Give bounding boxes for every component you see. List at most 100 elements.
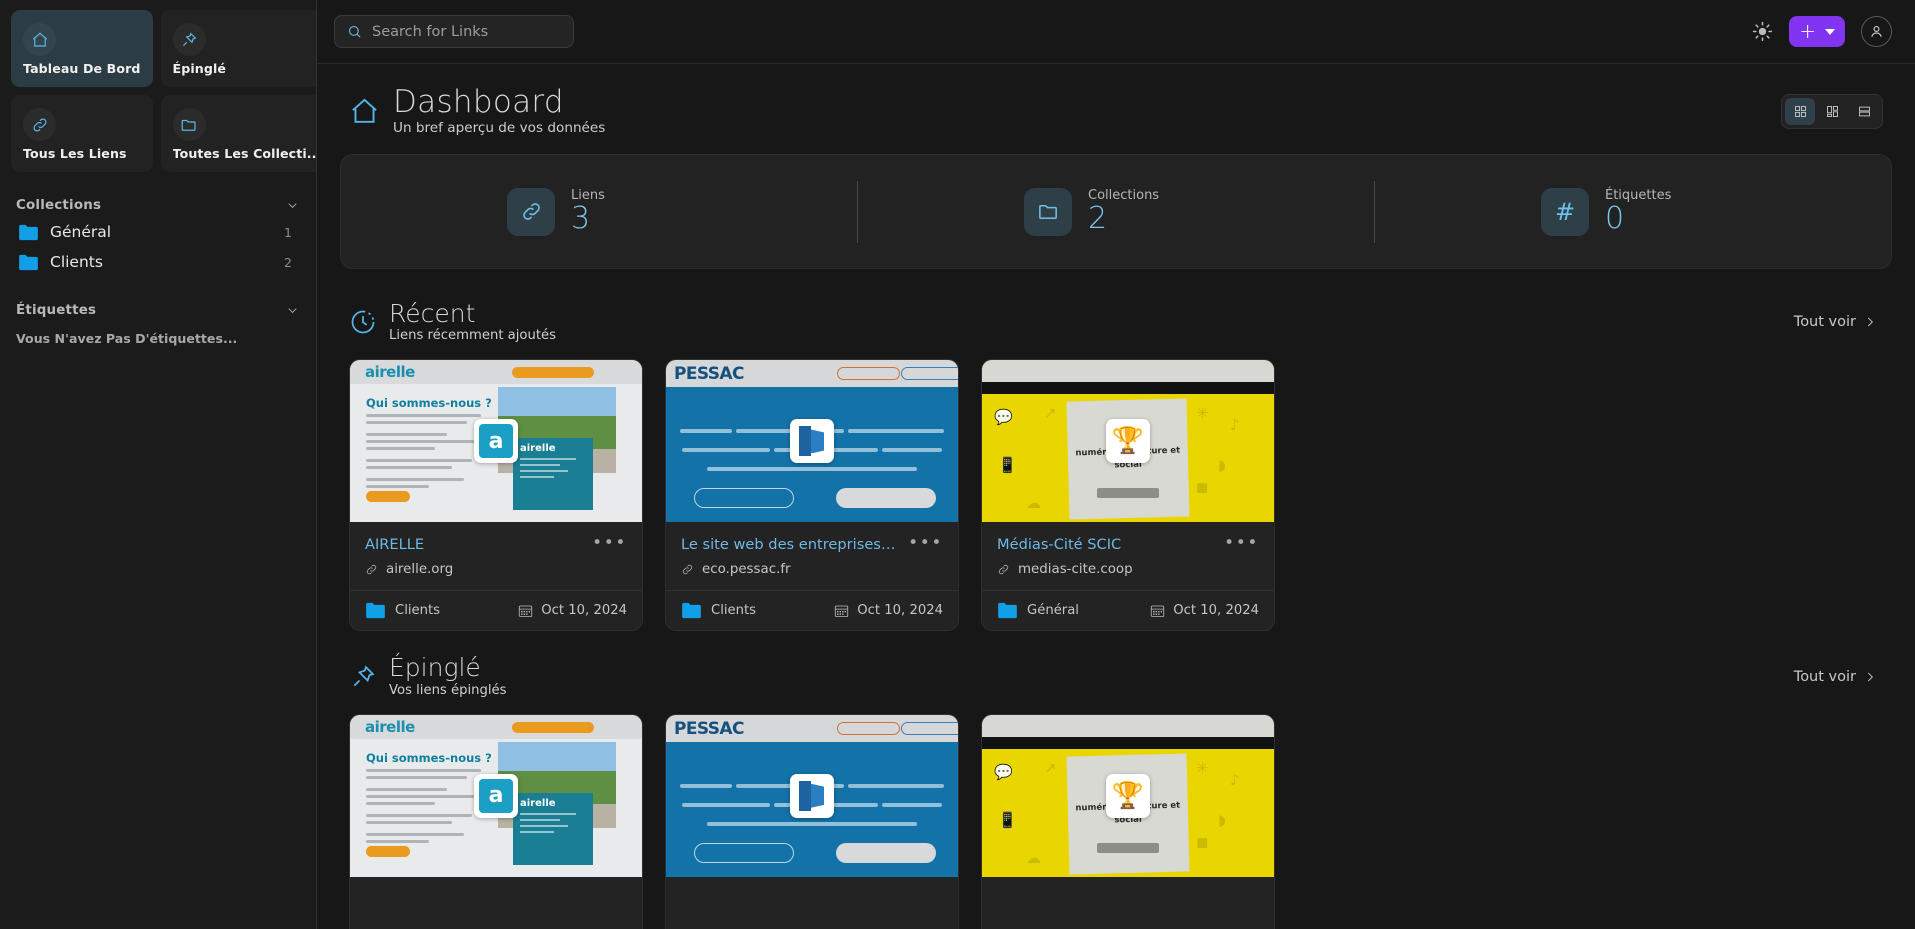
- collection-count: 2: [284, 254, 292, 270]
- page-subtitle: Un bref aperçu de vos données: [393, 120, 606, 137]
- link-card-footer: Général Oct 10, 2024: [982, 590, 1274, 630]
- link-menu-button[interactable]: •••: [1224, 535, 1259, 552]
- tags-section-header[interactable]: Étiquettes: [11, 303, 305, 318]
- folder-icon: [998, 603, 1017, 619]
- section-header-recent: Récent Liens récemment ajoutés Tout voir: [340, 277, 1892, 359]
- stat-tags: # Étiquettes 0: [1375, 187, 1891, 236]
- link-url-row: eco.pessac.fr: [681, 562, 943, 577]
- chevron-right-icon: [1867, 672, 1873, 682]
- stat-value: 3: [571, 201, 591, 237]
- section-header-text: Récent Liens récemment ajoutés: [389, 300, 557, 344]
- list-view-button[interactable]: [1849, 98, 1879, 125]
- link-date: Oct 10, 2024: [834, 603, 943, 618]
- link-url-row: medias-cite.coop: [997, 562, 1259, 577]
- search-input[interactable]: Search for Links: [334, 15, 574, 48]
- page-header-text: Dashboard Un bref aperçu de vos données: [393, 86, 605, 136]
- link-collection[interactable]: Clients: [681, 602, 756, 619]
- sidebar-tile-pinned[interactable]: Épinglé: [160, 10, 316, 87]
- grid-view-button[interactable]: [1785, 97, 1815, 125]
- link-url: medias-cite.coop: [1018, 562, 1133, 578]
- link-thumbnail: PESSAC: [666, 714, 958, 877]
- pin-icon: [349, 663, 377, 691]
- sun-icon[interactable]: [1752, 21, 1773, 42]
- link-url: eco.pessac.fr: [702, 562, 791, 578]
- add-new-button[interactable]: +: [1789, 16, 1845, 47]
- sidebar-collection-clients[interactable]: Clients 2: [11, 247, 305, 277]
- link-menu-button[interactable]: •••: [908, 535, 943, 552]
- sidebar-collection-general[interactable]: Général 1: [11, 217, 305, 247]
- link-icon: [366, 565, 377, 575]
- chevron-down-icon: [288, 308, 297, 314]
- link-title-row: Médias-Cité SCIC •••: [997, 535, 1259, 553]
- link-date-label: Oct 10, 2024: [857, 603, 943, 619]
- sidebar-tile-label: Tableau De Bord: [23, 61, 141, 76]
- link-card[interactable]: 💬 📱 ↗ 🐱 ✳ ♪ ◗ ◼ ☁ numérique, culture et …: [981, 359, 1275, 632]
- link-card[interactable]: 💬 📱 ↗ 🐱 ✳ ♪ ◗ ◼ ☁ numérique, culture et …: [981, 713, 1275, 929]
- link-collection[interactable]: Général: [997, 602, 1079, 619]
- masonry-view-button[interactable]: [1817, 98, 1847, 125]
- link-title-row: Le site web des entreprises de la vi... …: [681, 535, 943, 553]
- see-all-recent-link[interactable]: Tout voir: [1794, 314, 1883, 330]
- link-card[interactable]: PESSAC: [665, 359, 959, 632]
- link-thumbnail: 💬 📱 ↗ 🐱 ✳ ♪ ◗ ◼ ☁ numérique, culture et …: [982, 714, 1274, 877]
- stat-collections: Collections 2: [858, 187, 1374, 236]
- sidebar-tile-label: Toutes Les Collecti...: [172, 146, 317, 161]
- tags-header-label: Étiquettes: [16, 303, 97, 318]
- page-header: Dashboard Un bref aperçu de vos données: [340, 64, 1892, 154]
- section-subtitle: Vos liens épinglés: [389, 682, 507, 698]
- stat-text: Collections 2: [1088, 188, 1208, 235]
- sidebar-tile-dashboard[interactable]: Tableau De Bord: [11, 10, 153, 87]
- stats-panel: Liens 3 Collections 2 # Étiquettes 0: [340, 154, 1892, 270]
- link-icon: [23, 108, 56, 141]
- pinned-links-grid: airelle Qui sommes-nous ? airelle a PESS…: [340, 713, 1892, 929]
- topbar: Search for Links +: [317, 0, 1915, 64]
- home-icon: [349, 96, 380, 127]
- grid-icon: [1794, 105, 1806, 117]
- sidebar-tile-all-links[interactable]: Tous Les Liens: [11, 95, 153, 172]
- app-root: Tableau De Bord Épinglé Tous Les Liens T…: [0, 0, 1915, 929]
- topbar-actions: +: [1752, 16, 1892, 47]
- user-icon: [1871, 26, 1882, 37]
- collections-header-label: Collections: [16, 198, 102, 213]
- collection-name: Clients: [50, 253, 103, 271]
- sidebar-tile-all-collections[interactable]: Toutes Les Collecti...: [160, 95, 317, 172]
- link-url: airelle.org: [386, 562, 454, 578]
- folder-icon: [1024, 187, 1072, 236]
- link-card[interactable]: airelle Qui sommes-nous ? airelle a: [349, 713, 643, 929]
- calendar-icon: [1151, 605, 1165, 618]
- favicon: a: [474, 773, 518, 818]
- link-title[interactable]: Médias-Cité SCIC: [997, 536, 1224, 553]
- search-placeholder: Search for Links: [372, 23, 489, 40]
- collections-section-header[interactable]: Collections: [11, 198, 305, 213]
- folder-icon: [19, 254, 38, 270]
- link-icon: [682, 565, 693, 575]
- link-collection[interactable]: Clients: [365, 602, 440, 619]
- link-collection-label: Général: [1027, 603, 1079, 619]
- content-scroll: Dashboard Un bref aperçu de vos données: [317, 64, 1915, 929]
- masonry-icon: [1826, 105, 1838, 117]
- see-all-pinned-link[interactable]: Tout voir: [1794, 669, 1883, 685]
- see-all-label: Tout voir: [1793, 668, 1856, 685]
- clock-icon: [349, 308, 377, 336]
- link-title[interactable]: Le site web des entreprises de la vi...: [681, 536, 908, 553]
- avatar[interactable]: [1861, 16, 1892, 47]
- chevron-right-icon: [1867, 317, 1873, 327]
- link-menu-button[interactable]: •••: [592, 535, 627, 552]
- calendar-icon: [519, 605, 533, 618]
- section-subtitle: Liens récemment ajoutés: [389, 328, 557, 344]
- favicon: [790, 773, 834, 818]
- see-all-label: Tout voir: [1793, 314, 1856, 331]
- link-thumbnail: 💬 📱 ↗ 🐱 ✳ ♪ ◗ ◼ ☁ numérique, culture et …: [982, 360, 1274, 523]
- link-card-body: AIRELLE ••• airelle.org: [350, 522, 642, 590]
- link-card[interactable]: airelle Qui sommes-nous ? airelle a: [349, 359, 643, 632]
- link-card[interactable]: PESSAC: [665, 713, 959, 929]
- stat-value: 0: [1605, 201, 1625, 237]
- home-icon: [23, 23, 56, 56]
- stat-text: Étiquettes 0: [1605, 188, 1725, 235]
- section-header-text: Épinglé Vos liens épinglés: [389, 655, 507, 698]
- stat-links: Liens 3: [341, 187, 857, 237]
- stat-value: 2: [1088, 201, 1108, 237]
- link-title[interactable]: AIRELLE: [365, 536, 592, 553]
- tags-empty-message: Vous N'avez Pas D'étiquettes...: [16, 331, 238, 346]
- link-thumbnail: airelle Qui sommes-nous ? airelle a: [350, 714, 642, 877]
